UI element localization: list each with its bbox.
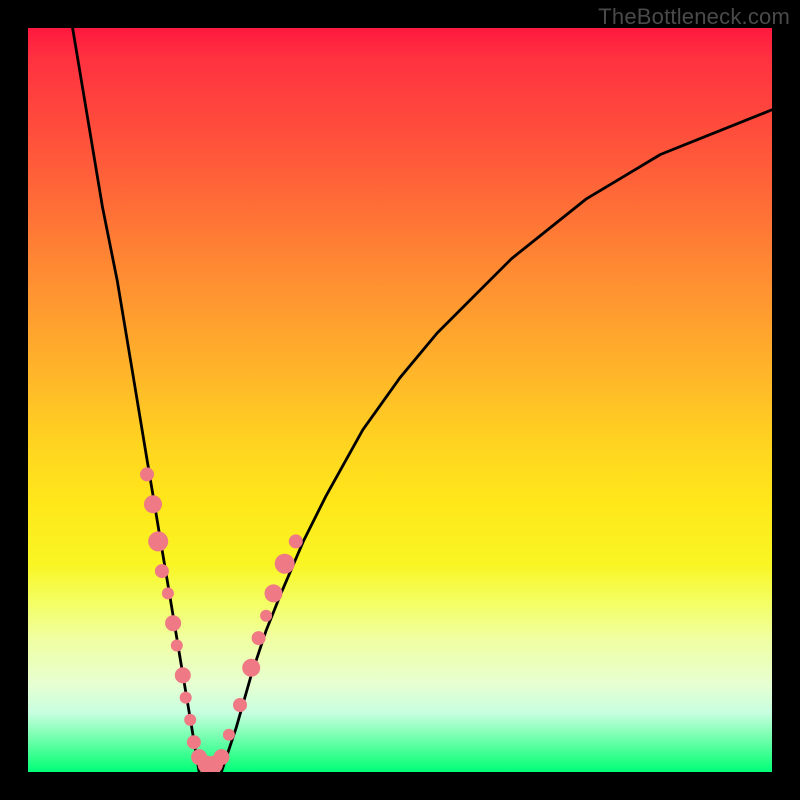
chart-svg bbox=[28, 28, 772, 772]
curve-left-branch bbox=[73, 28, 200, 772]
data-marker bbox=[148, 531, 168, 551]
data-marker bbox=[140, 467, 154, 481]
data-marker bbox=[275, 554, 295, 574]
plot-area bbox=[28, 28, 772, 772]
watermark-text: TheBottleneck.com bbox=[598, 4, 790, 30]
data-marker bbox=[184, 714, 196, 726]
data-marker bbox=[175, 667, 191, 683]
data-marker bbox=[165, 615, 181, 631]
data-marker bbox=[162, 587, 174, 599]
data-marker bbox=[180, 692, 192, 704]
data-marker bbox=[213, 749, 229, 765]
data-marker bbox=[187, 735, 201, 749]
data-marker bbox=[171, 640, 183, 652]
data-marker bbox=[155, 564, 169, 578]
data-marker bbox=[252, 631, 266, 645]
data-marker bbox=[242, 659, 260, 677]
data-marker bbox=[289, 534, 303, 548]
outer-frame: TheBottleneck.com bbox=[0, 0, 800, 800]
data-marker bbox=[265, 584, 283, 602]
data-marker bbox=[223, 729, 235, 741]
curve-right-branch bbox=[221, 110, 772, 772]
data-marker bbox=[260, 610, 272, 622]
data-marker bbox=[144, 495, 162, 513]
data-marker bbox=[233, 698, 247, 712]
